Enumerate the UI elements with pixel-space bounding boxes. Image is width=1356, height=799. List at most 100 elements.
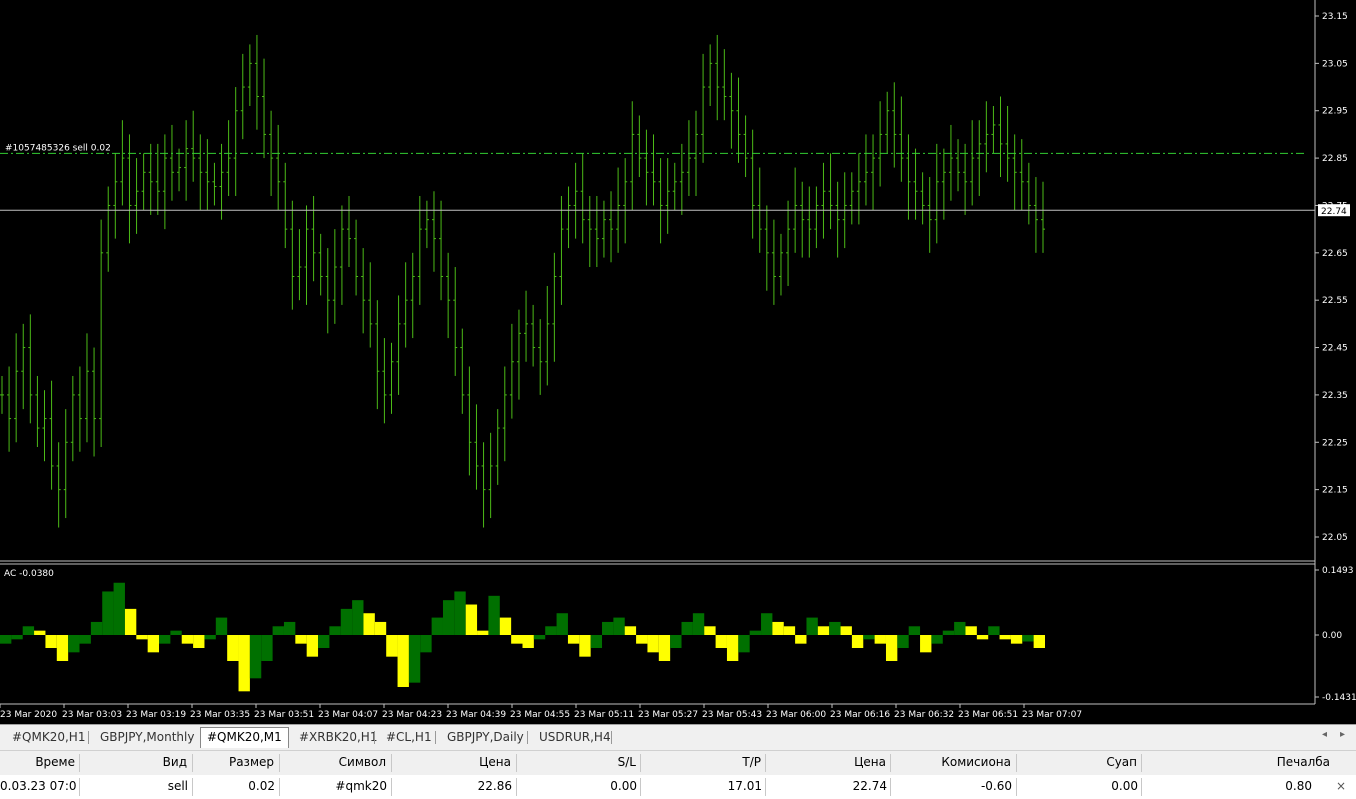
ac-histogram-bar bbox=[363, 613, 375, 635]
tab-separator bbox=[435, 731, 436, 744]
tab-gbpjpy-monthly[interactable]: GBPJPY,Monthly bbox=[94, 728, 200, 746]
indicator-tick-label: 0.1493 bbox=[1322, 566, 1354, 576]
time-tick-label: 23 Mar 07:07 bbox=[1022, 710, 1082, 720]
ac-histogram-bar bbox=[590, 635, 603, 648]
table-row[interactable]: 0.03.23 07:07:15 sell 0.02 #qmk20 22.86 … bbox=[0, 775, 1356, 799]
col-header-sl[interactable]: S/L bbox=[517, 751, 636, 773]
ac-histogram-bar bbox=[465, 604, 478, 635]
indicator-label: AC -0.0380 bbox=[4, 569, 54, 579]
ac-histogram-bar bbox=[272, 626, 284, 635]
ac-histogram-bar bbox=[215, 617, 228, 635]
ac-histogram-bar bbox=[56, 635, 69, 661]
trade-size: 0.02 bbox=[248, 779, 275, 793]
ac-histogram-bar bbox=[602, 621, 614, 635]
tab-qmk20-h1[interactable]: #QMK20,H1 bbox=[6, 728, 91, 746]
ac-histogram-bar bbox=[45, 635, 57, 648]
ac-histogram-bar bbox=[897, 635, 909, 648]
ac-histogram-bar bbox=[477, 630, 489, 635]
time-tick-label: 23 Mar 06:32 bbox=[894, 710, 954, 720]
ac-histogram-bar bbox=[840, 626, 852, 635]
col-header-swap[interactable]: Суап bbox=[1017, 751, 1137, 773]
tab-separator bbox=[527, 731, 528, 744]
tab-separator bbox=[611, 731, 612, 744]
ac-histogram-bar bbox=[193, 635, 205, 648]
ac-histogram-bar bbox=[386, 635, 398, 657]
col-header-symbol[interactable]: Символ bbox=[280, 751, 386, 773]
price-tick-label: 23.05 bbox=[1322, 59, 1348, 69]
ac-histogram-bar bbox=[851, 635, 864, 648]
ac-histogram-bar bbox=[624, 626, 637, 635]
price-tick-label: 22.05 bbox=[1322, 533, 1348, 543]
time-tick-label: 23 Mar 04:07 bbox=[318, 710, 378, 720]
ac-histogram-bar bbox=[567, 635, 580, 644]
tab-gbpjpy-daily[interactable]: GBPJPY,Daily bbox=[441, 728, 530, 746]
ac-histogram-bar bbox=[261, 635, 273, 661]
price-chart[interactable]: 23.1523.0522.9522.8522.7522.6522.5522.45… bbox=[0, 0, 1356, 724]
time-tick-label: 23 Mar 03:19 bbox=[126, 710, 186, 720]
trade-swap: 0.00 bbox=[1111, 779, 1138, 793]
trade-type: sell bbox=[167, 779, 188, 793]
col-header-tp[interactable]: T/P bbox=[641, 751, 761, 773]
col-header-profit[interactable]: Печалба bbox=[1142, 751, 1330, 773]
col-header-size[interactable]: Размер bbox=[193, 751, 274, 773]
ac-histogram-bar bbox=[22, 626, 35, 635]
time-tick-label: 23 Mar 06:00 bbox=[766, 710, 826, 720]
ac-histogram-bar bbox=[533, 635, 546, 640]
trade-tp[interactable]: 17.01 bbox=[641, 775, 762, 797]
trade-open-price: 22.86 bbox=[477, 779, 512, 793]
ac-histogram-bar bbox=[318, 635, 330, 648]
price-tick-label: 22.55 bbox=[1322, 296, 1348, 306]
price-tick-label: 22.25 bbox=[1322, 438, 1348, 448]
tab-cl-h1[interactable]: #CL,H1 bbox=[380, 728, 438, 746]
tab-qmk20-m1[interactable]: #QMK20,M1 bbox=[200, 727, 289, 748]
ac-histogram-bar bbox=[249, 635, 262, 679]
ac-histogram-bar bbox=[511, 635, 523, 644]
time-tick-label: 23 Mar 03:51 bbox=[254, 710, 314, 720]
ac-histogram-bar bbox=[283, 621, 296, 635]
ac-histogram-bar bbox=[988, 626, 1000, 635]
trade-current-price: 22.74 bbox=[852, 779, 887, 793]
tab-xrbk20-h1[interactable]: #XRBK20,H1 bbox=[293, 728, 383, 746]
ac-histogram-bar bbox=[499, 617, 512, 635]
ac-histogram-bar bbox=[374, 621, 387, 635]
tab-usdrur-h4[interactable]: USDRUR,H4 bbox=[533, 728, 617, 746]
ac-histogram-bar bbox=[90, 621, 103, 635]
price-tick-label: 22.65 bbox=[1322, 249, 1348, 259]
col-header-price[interactable]: Цена bbox=[392, 751, 511, 773]
ac-histogram-bar bbox=[136, 635, 148, 640]
chart-area[interactable]: 23.1523.0522.9522.8522.7522.6522.5522.45… bbox=[0, 0, 1356, 724]
ac-histogram-bar bbox=[761, 613, 773, 635]
trade-time: 0.03.23 07:07:15 bbox=[0, 779, 77, 793]
ac-histogram-bar bbox=[454, 591, 466, 635]
scroll-right-icon[interactable]: ▸ bbox=[1340, 729, 1345, 740]
col-header-type[interactable]: Вид bbox=[80, 751, 187, 773]
ac-histogram-bar bbox=[159, 635, 171, 644]
time-tick-label: 23 Mar 05:11 bbox=[574, 710, 634, 720]
ac-histogram-bar bbox=[522, 635, 534, 648]
price-tick-label: 22.35 bbox=[1322, 391, 1348, 401]
time-tick-label: 23 Mar 05:43 bbox=[702, 710, 762, 720]
trade-commission: -0.60 bbox=[980, 779, 1012, 793]
ac-histogram-bar bbox=[397, 635, 409, 687]
scroll-left-icon[interactable]: ◂ bbox=[1322, 729, 1327, 740]
ac-histogram-bar bbox=[204, 635, 216, 640]
ac-histogram-bar bbox=[102, 591, 114, 635]
ac-histogram-bar bbox=[329, 626, 341, 635]
trade-sl[interactable]: 0.00 bbox=[517, 775, 637, 797]
ac-histogram-bar bbox=[431, 617, 443, 635]
ac-histogram-bar bbox=[238, 635, 250, 692]
ac-histogram-bar bbox=[817, 626, 830, 635]
time-tick-label: 23 Mar 04:39 bbox=[446, 710, 506, 720]
col-header-current-price[interactable]: Цена bbox=[766, 751, 886, 773]
ac-histogram-bar bbox=[340, 608, 353, 635]
ac-histogram-bar bbox=[931, 635, 943, 644]
col-header-commission[interactable]: Комисиона bbox=[891, 751, 1011, 773]
ac-histogram-bar bbox=[704, 626, 716, 635]
ac-histogram-bar bbox=[408, 635, 421, 683]
close-trade-icon[interactable]: × bbox=[1336, 775, 1346, 797]
col-header-time[interactable]: Време bbox=[0, 751, 75, 773]
ac-histogram-bar bbox=[829, 621, 841, 635]
ac-histogram-bar bbox=[579, 635, 591, 657]
time-tick-label: 23 Mar 06:16 bbox=[830, 710, 890, 720]
ac-histogram-bar bbox=[227, 635, 239, 661]
